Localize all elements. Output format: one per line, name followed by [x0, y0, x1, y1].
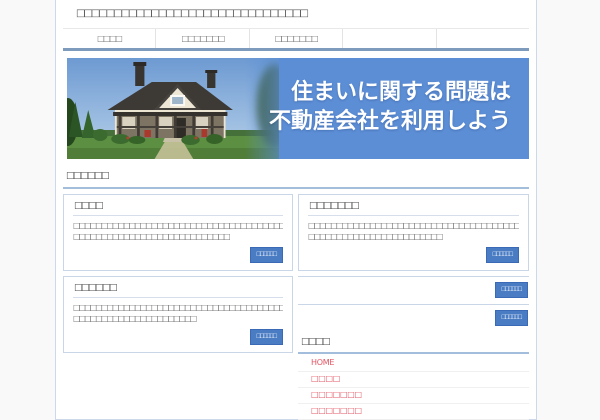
- menu-link[interactable]: □□□□□□□: [298, 404, 529, 419]
- main-nav: □□□□ □□□□□□□ □□□□□□□: [63, 28, 529, 51]
- menu-item: HOME: [298, 356, 529, 372]
- article-title: □□□□: [73, 201, 283, 216]
- right-column: □□□□□□□ □□□□□□□□□□□□□□□□□□□□□□□□□□□□□□□□…: [298, 194, 529, 420]
- article-body-line: □□□□□□□□□□□□□□□□□□□□□□□□: [308, 232, 443, 241]
- nav-item-empty-2: [435, 29, 529, 48]
- site-title: □□□□□□□□□□□□□□□□□□□□□□□□□□□□□□□: [76, 8, 309, 19]
- site-wrapper: □□□□□□□□□□□□□□□□□□□□□□□□□□□□□□□ □□□□ □□□…: [55, 0, 537, 420]
- article-card: □□□□□□ □□□□□□□□□□□□□□□□□□□□□□□□□□□□□□□□□…: [63, 276, 293, 353]
- article-body-line: □□□□□□□□□□□□□□□□□□□□□□□□□□□□□□□□□□□□□□□□…: [73, 303, 283, 312]
- sidebar-menu-title: □□□□: [298, 337, 529, 354]
- article-card: □□□□ □□□□□□□□□□□□□□□□□□□□□□□□□□□□□□□□□□□…: [63, 194, 293, 271]
- nav-item-1[interactable]: □□□□: [63, 29, 155, 48]
- article-title: □□□□□□: [73, 283, 283, 298]
- read-more-button[interactable]: □□□□□□: [494, 282, 528, 298]
- menu-item: □□□□□□□: [298, 404, 529, 420]
- article-body-line: □□□□□□□□□□□□□□□□□□□□□□□□□□□□□□□□□□□□□□□□…: [308, 221, 519, 230]
- nav-item-2[interactable]: □□□□□□□: [155, 29, 248, 48]
- sidebar-menu-widget: □□□□ HOME □□□□ □□□□□□□ □□□□□□□: [298, 337, 529, 420]
- menu-link[interactable]: □□□□: [298, 372, 529, 387]
- banner-headline-line1: 住まいに関する問題は: [290, 80, 511, 105]
- section-title: □□□□□□: [63, 171, 529, 189]
- banner-headline: 住まいに関する問題は 不動産会社を利用しよう: [269, 78, 511, 136]
- hero-banner: 住まいに関する問題は 不動産会社を利用しよう: [67, 58, 529, 159]
- article-body-line: □□□□□□□□□□□□□□□□□□□□□□□□□□□□□□□□□□□□□□□□…: [73, 221, 283, 230]
- read-more-button[interactable]: □□□□□□: [249, 329, 283, 345]
- nav-item-3[interactable]: □□□□□□□: [248, 29, 342, 48]
- more-row: □□□□□□: [298, 276, 529, 304]
- article-body-line: □□□□□□□□□□□□□□□□□□□□□□□□□□□□: [73, 232, 231, 241]
- read-more-button[interactable]: □□□□□□: [249, 247, 283, 263]
- article-card: □□□□□□□ □□□□□□□□□□□□□□□□□□□□□□□□□□□□□□□□…: [298, 194, 529, 271]
- read-more-button[interactable]: □□□□□□: [485, 247, 519, 263]
- more-row: □□□□□□: [298, 304, 529, 332]
- article-title: □□□□□□□: [308, 201, 519, 216]
- sidebar-menu-list: HOME □□□□ □□□□□□□ □□□□□□□: [298, 356, 529, 420]
- left-column: □□□□ □□□□□□□□□□□□□□□□□□□□□□□□□□□□□□□□□□□…: [63, 194, 293, 420]
- menu-link[interactable]: □□□□□□□: [298, 388, 529, 403]
- nav-item-empty-1: [342, 29, 435, 48]
- banner-headline-line2: 不動産会社を利用しよう: [268, 109, 511, 134]
- menu-item: □□□□: [298, 372, 529, 388]
- menu-link-home[interactable]: HOME: [298, 356, 529, 371]
- content-columns: □□□□ □□□□□□□□□□□□□□□□□□□□□□□□□□□□□□□□□□□…: [63, 194, 529, 420]
- article-body-line: □□□□□□□□□□□□□□□□□□□□□□: [73, 314, 197, 323]
- read-more-button[interactable]: □□□□□□: [494, 310, 528, 326]
- menu-item: □□□□□□□: [298, 388, 529, 404]
